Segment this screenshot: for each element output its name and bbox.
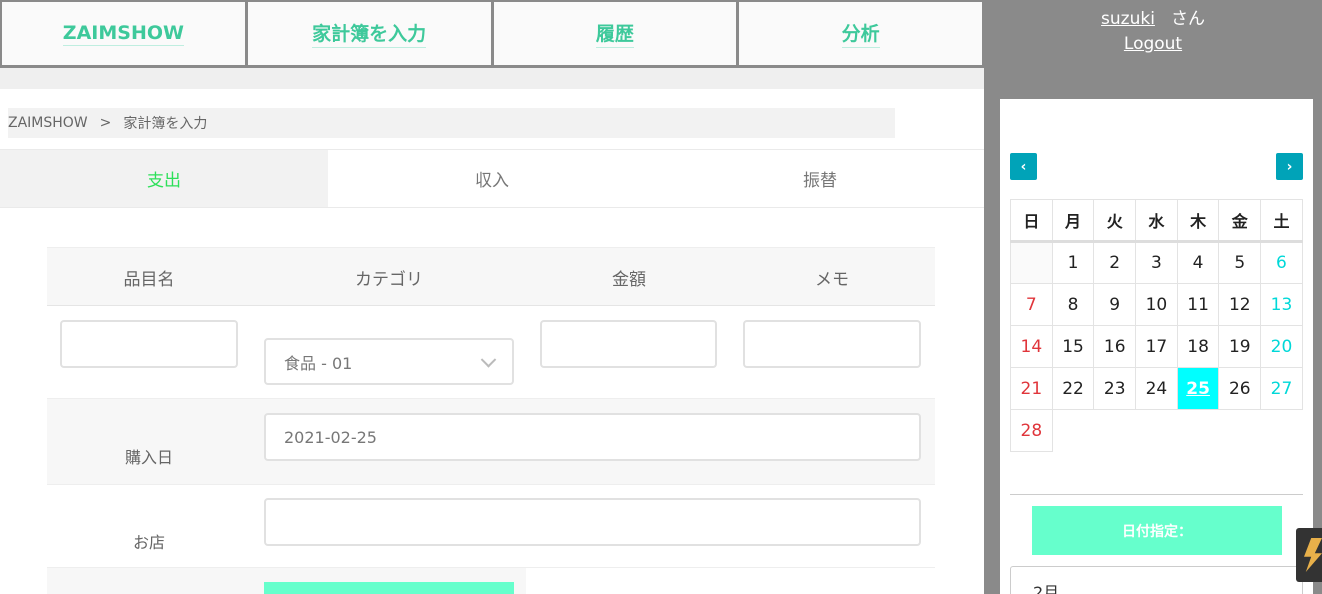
calendar-day[interactable]: 15 [1051, 325, 1095, 368]
calendar-day[interactable]: 27 [1260, 367, 1303, 410]
calendar-day[interactable]: 12 [1218, 283, 1262, 326]
header-memo: メモ [815, 270, 849, 290]
logout: Logout [984, 34, 1322, 54]
purchase-date-label: 購入日 [124, 448, 173, 467]
memo-input[interactable] [743, 320, 921, 368]
username-link[interactable]: suzuki [1101, 9, 1155, 29]
calendar-next-button[interactable]: › [1276, 153, 1303, 180]
tab-income[interactable]: 収入 [328, 150, 656, 207]
weekday-fri: 金 [1218, 199, 1262, 243]
calendar-day[interactable]: 9 [1093, 283, 1137, 326]
form-header-row: 品目名 カテゴリ 金額 メモ [47, 247, 935, 306]
calendar-day[interactable]: 14 [1010, 325, 1053, 368]
nav-tab-history[interactable]: 履歴 [492, 0, 739, 65]
calendar-day[interactable]: 5 [1218, 241, 1262, 284]
calendar-prev-button[interactable]: ‹ [1010, 153, 1037, 180]
breadcrumb-current: 家計簿を入力 [123, 116, 208, 132]
calendar-blank-cell [1010, 241, 1053, 284]
breadcrumb-home[interactable]: ZAIMSHOW [8, 115, 88, 131]
logout-link[interactable]: Logout [1124, 34, 1182, 54]
calendar-day[interactable]: 17 [1135, 325, 1178, 368]
header-item-name: 品目名 [123, 270, 175, 290]
item-name-input[interactable] [60, 320, 238, 368]
calendar-grid: 日 月 火 水 木 金 土 1 2 3 4 5 6 7 8 9 10 11 12… [1010, 199, 1303, 452]
user-suffix: さん [1170, 9, 1205, 29]
calendar-day[interactable]: 11 [1176, 283, 1220, 326]
nav-link-home[interactable]: ZAIMSHOW [62, 22, 184, 46]
calendar-day[interactable]: 16 [1093, 325, 1137, 368]
calendar-day-today[interactable]: 25 [1176, 367, 1220, 410]
breadcrumb: ZAIMSHOW > 家計簿を入力 [8, 108, 895, 138]
calendar-day[interactable]: 24 [1135, 367, 1178, 410]
month-select[interactable]: 2月 [1010, 566, 1303, 594]
entry-type-tabs: 支出 収入 振替 [0, 149, 984, 208]
sidebar: suzuki さん Logout ‹ › 日 月 火 水 木 金 土 1 2 3… [984, 0, 1322, 594]
nav-link-history[interactable]: 履歴 [595, 19, 634, 48]
calendar-day[interactable]: 8 [1051, 283, 1095, 326]
main-content: ZAIMSHOW 家計簿を入力 履歴 分析 ZAIMSHOW > 家計簿を入力 … [0, 0, 984, 594]
submit-button[interactable] [264, 582, 514, 594]
calendar-day[interactable]: 6 [1260, 241, 1303, 284]
nav-tab-input[interactable]: 家計簿を入力 [246, 0, 493, 65]
shop-label: お店 [132, 533, 165, 552]
category-select-value: 食品 - 01 [284, 353, 353, 373]
calendar-day[interactable]: 4 [1176, 241, 1220, 284]
tab-expense[interactable]: 支出 [0, 150, 328, 207]
weekday-mon: 月 [1051, 199, 1095, 243]
calendar-day[interactable]: 22 [1051, 367, 1095, 410]
tab-transfer[interactable]: 振替 [656, 150, 984, 207]
submit-row-blank [526, 568, 935, 594]
lightning-icon[interactable] [1296, 528, 1322, 582]
calendar-day[interactable]: 3 [1135, 241, 1178, 284]
shop-input[interactable] [264, 498, 921, 546]
nav-tab-analysis[interactable]: 分析 [738, 0, 984, 65]
calendar-day[interactable]: 13 [1260, 283, 1303, 326]
calendar-day[interactable]: 20 [1260, 325, 1303, 368]
nav-link-analysis[interactable]: 分析 [841, 19, 880, 48]
category-select[interactable]: 食品 - 01 [264, 338, 514, 385]
calendar-trailing-blank [1052, 409, 1303, 452]
nav-tab-home[interactable]: ZAIMSHOW [0, 0, 247, 65]
calendar-day[interactable]: 19 [1218, 325, 1262, 368]
weekday-sun: 日 [1010, 199, 1053, 243]
entry-form: 品目名 カテゴリ 金額 メモ 食品 - 01 購入日 2021-02-25 お店 [47, 247, 935, 594]
calendar-day[interactable]: 1 [1051, 241, 1095, 284]
calendar-day[interactable]: 2 [1093, 241, 1137, 284]
amount-input[interactable] [540, 320, 717, 368]
user-greeting: suzuki さん [984, 4, 1322, 29]
calendar-panel: ‹ › 日 月 火 水 木 金 土 1 2 3 4 5 6 7 8 9 10 1… [1000, 99, 1313, 594]
weekday-wed: 水 [1135, 199, 1178, 243]
calendar-day[interactable]: 21 [1010, 367, 1053, 410]
nav-underband [0, 68, 984, 89]
calendar-day[interactable]: 7 [1010, 283, 1053, 326]
chevron-down-icon [480, 351, 497, 368]
breadcrumb-separator: > [99, 115, 112, 131]
calendar-day[interactable]: 23 [1093, 367, 1137, 410]
weekday-tue: 火 [1093, 199, 1137, 243]
weekday-sat: 土 [1260, 199, 1303, 243]
nav-link-input[interactable]: 家計簿を入力 [312, 19, 427, 48]
calendar-day[interactable]: 10 [1135, 283, 1178, 326]
purchase-date-input[interactable]: 2021-02-25 [264, 413, 921, 461]
calendar-day[interactable]: 28 [1010, 409, 1053, 452]
weekday-thu: 木 [1176, 199, 1220, 243]
header-category: カテゴリ [355, 270, 423, 290]
date-filter-button[interactable]: 日付指定： [1032, 506, 1282, 555]
shop-row: お店 [47, 484, 935, 568]
purchase-date-row: 購入日 2021-02-25 [47, 398, 935, 484]
lightning-bolt-shape [1304, 538, 1322, 572]
header-amount: 金額 [612, 270, 646, 290]
calendar-day[interactable]: 26 [1218, 367, 1262, 410]
sidebar-divider [1010, 494, 1303, 495]
calendar-day[interactable]: 18 [1176, 325, 1220, 368]
top-navigation: ZAIMSHOW 家計簿を入力 履歴 分析 [0, 0, 984, 68]
